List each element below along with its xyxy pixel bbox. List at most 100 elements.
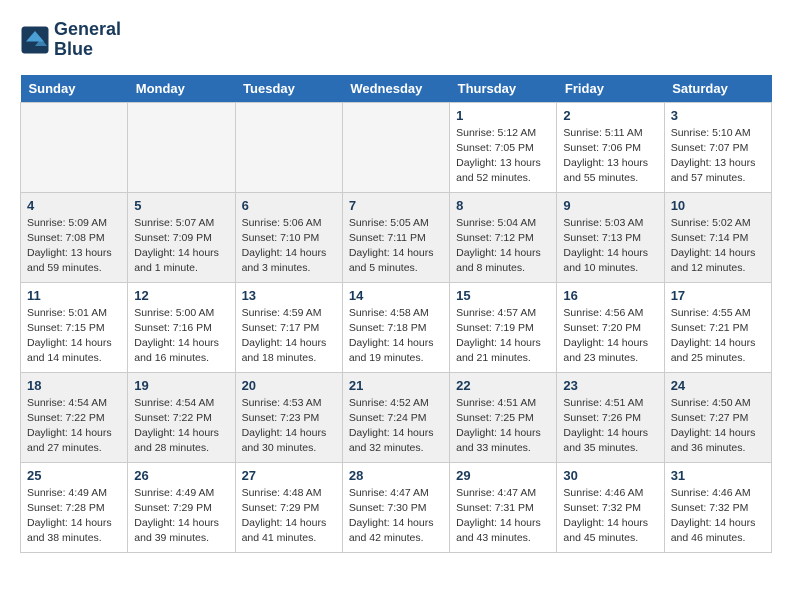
- day-number: 18: [27, 378, 121, 393]
- day-number: 25: [27, 468, 121, 483]
- day-info: Sunrise: 4:59 AM Sunset: 7:17 PM Dayligh…: [242, 306, 336, 367]
- day-number: 3: [671, 108, 765, 123]
- calendar-cell: 30Sunrise: 4:46 AM Sunset: 7:32 PM Dayli…: [557, 462, 664, 552]
- day-number: 23: [563, 378, 657, 393]
- day-number: 2: [563, 108, 657, 123]
- weekday-header: Tuesday: [235, 75, 342, 103]
- calendar-cell: 3 Sunrise: 5:10 AM Sunset: 7:07 PM Daylig…: [664, 102, 771, 192]
- calendar-cell: 25 Sunrise: 4:49 AM Sunset: 7:28 PM Dayli…: [21, 462, 128, 552]
- day-number: 21: [349, 378, 443, 393]
- day-number: 11: [27, 288, 121, 303]
- day-info: Sunrise: 4:47 AM Sunset: 7:31 PM Dayligh…: [456, 486, 550, 547]
- calendar-week-row: 25 Sunrise: 4:49 AM Sunset: 7:28 PM Dayli…: [21, 462, 772, 552]
- day-number: 12: [134, 288, 228, 303]
- day-info: Sunrise: 5:00 AM Sunset: 7:16 PM Dayligh…: [134, 306, 228, 367]
- day-number: 17: [671, 288, 765, 303]
- calendar-cell: 8 Sunrise: 5:04 AM Sunset: 7:12 PM Daylig…: [450, 192, 557, 282]
- day-info: Sunrise: 4:49 AM Sunset: 7:28 PM Dayligh…: [27, 486, 121, 547]
- day-number: 26: [134, 468, 228, 483]
- day-info: Sunrise: 5:04 AM Sunset: 7:12 PM Dayligh…: [456, 216, 550, 277]
- day-info: Sunrise: 5:09 AM Sunset: 7:08 PM Dayligh…: [27, 216, 121, 277]
- day-info: Sunrise: 5:01 AM Sunset: 7:15 PM Dayligh…: [27, 306, 121, 367]
- calendar-cell: 26Sunrise: 4:49 AM Sunset: 7:29 PM Dayli…: [128, 462, 235, 552]
- calendar-cell: 29 Sunrise: 4:47 AM Sunset: 7:31 PM Dayli…: [450, 462, 557, 552]
- weekday-header: Saturday: [664, 75, 771, 103]
- day-number: 19: [134, 378, 228, 393]
- calendar-cell: 22 Sunrise: 4:51 AM Sunset: 7:25 PM Dayli…: [450, 372, 557, 462]
- calendar-table: SundayMondayTuesdayWednesdayThursdayFrid…: [20, 75, 772, 553]
- day-info: Sunrise: 4:54 AM Sunset: 7:22 PM Dayligh…: [134, 396, 228, 457]
- day-info: Sunrise: 4:51 AM Sunset: 7:26 PM Dayligh…: [563, 396, 657, 457]
- calendar-week-row: 11 Sunrise: 5:01 AM Sunset: 7:15 PM Dayli…: [21, 282, 772, 372]
- day-info: Sunrise: 5:11 AM Sunset: 7:06 PM Dayligh…: [563, 126, 657, 187]
- calendar-cell: 11 Sunrise: 5:01 AM Sunset: 7:15 PM Dayli…: [21, 282, 128, 372]
- day-number: 8: [456, 198, 550, 213]
- calendar-cell: 1Sunrise: 5:12 AM Sunset: 7:05 PM Daylig…: [450, 102, 557, 192]
- calendar-cell: 31 Sunrise: 4:46 AM Sunset: 7:32 PM Dayli…: [664, 462, 771, 552]
- calendar-cell: [21, 102, 128, 192]
- calendar-cell: 6 Sunrise: 5:06 AM Sunset: 7:10 PM Daylig…: [235, 192, 342, 282]
- calendar-cell: 14Sunrise: 4:58 AM Sunset: 7:18 PM Dayli…: [342, 282, 449, 372]
- day-number: 4: [27, 198, 121, 213]
- weekday-header: Sunday: [21, 75, 128, 103]
- logo: General Blue: [20, 20, 121, 60]
- day-info: Sunrise: 4:57 AM Sunset: 7:19 PM Dayligh…: [456, 306, 550, 367]
- day-number: 20: [242, 378, 336, 393]
- calendar-cell: 17 Sunrise: 4:55 AM Sunset: 7:21 PM Dayli…: [664, 282, 771, 372]
- day-info: Sunrise: 4:51 AM Sunset: 7:25 PM Dayligh…: [456, 396, 550, 457]
- page-header: General Blue: [20, 20, 772, 60]
- day-info: Sunrise: 5:07 AM Sunset: 7:09 PM Dayligh…: [134, 216, 228, 277]
- logo-icon: [20, 25, 50, 55]
- day-number: 27: [242, 468, 336, 483]
- weekday-header: Monday: [128, 75, 235, 103]
- calendar-cell: 20 Sunrise: 4:53 AM Sunset: 7:23 PM Dayli…: [235, 372, 342, 462]
- calendar-week-row: 18 Sunrise: 4:54 AM Sunset: 7:22 PM Dayli…: [21, 372, 772, 462]
- day-info: Sunrise: 5:06 AM Sunset: 7:10 PM Dayligh…: [242, 216, 336, 277]
- day-info: Sunrise: 4:53 AM Sunset: 7:23 PM Dayligh…: [242, 396, 336, 457]
- day-info: Sunrise: 4:50 AM Sunset: 7:27 PM Dayligh…: [671, 396, 765, 457]
- calendar-cell: 15 Sunrise: 4:57 AM Sunset: 7:19 PM Dayli…: [450, 282, 557, 372]
- calendar-header-row: SundayMondayTuesdayWednesdayThursdayFrid…: [21, 75, 772, 103]
- day-number: 7: [349, 198, 443, 213]
- day-number: 29: [456, 468, 550, 483]
- day-number: 9: [563, 198, 657, 213]
- day-info: Sunrise: 5:02 AM Sunset: 7:14 PM Dayligh…: [671, 216, 765, 277]
- calendar-cell: 23 Sunrise: 4:51 AM Sunset: 7:26 PM Dayli…: [557, 372, 664, 462]
- calendar-cell: [235, 102, 342, 192]
- calendar-cell: [128, 102, 235, 192]
- calendar-cell: 24 Sunrise: 4:50 AM Sunset: 7:27 PM Dayli…: [664, 372, 771, 462]
- calendar-cell: 28Sunrise: 4:47 AM Sunset: 7:30 PM Dayli…: [342, 462, 449, 552]
- day-number: 31: [671, 468, 765, 483]
- day-info: Sunrise: 4:47 AM Sunset: 7:30 PM Dayligh…: [349, 486, 443, 547]
- day-info: Sunrise: 4:52 AM Sunset: 7:24 PM Dayligh…: [349, 396, 443, 457]
- calendar-cell: 18Sunrise: 4:54 AM Sunset: 7:22 PM Dayli…: [21, 372, 128, 462]
- logo-text: General Blue: [54, 20, 121, 60]
- day-number: 24: [671, 378, 765, 393]
- weekday-header: Friday: [557, 75, 664, 103]
- calendar-cell: 27Sunrise: 4:48 AM Sunset: 7:29 PM Dayli…: [235, 462, 342, 552]
- day-number: 5: [134, 198, 228, 213]
- day-info: Sunrise: 5:03 AM Sunset: 7:13 PM Dayligh…: [563, 216, 657, 277]
- day-info: Sunrise: 5:05 AM Sunset: 7:11 PM Dayligh…: [349, 216, 443, 277]
- day-number: 15: [456, 288, 550, 303]
- calendar-cell: 7 Sunrise: 5:05 AM Sunset: 7:11 PM Daylig…: [342, 192, 449, 282]
- calendar-cell: [342, 102, 449, 192]
- calendar-cell: 5 Sunrise: 5:07 AM Sunset: 7:09 PM Daylig…: [128, 192, 235, 282]
- day-number: 22: [456, 378, 550, 393]
- day-number: 1: [456, 108, 550, 123]
- calendar-body: 1Sunrise: 5:12 AM Sunset: 7:05 PM Daylig…: [21, 102, 772, 552]
- calendar-cell: 12 Sunrise: 5:00 AM Sunset: 7:16 PM Dayli…: [128, 282, 235, 372]
- day-number: 13: [242, 288, 336, 303]
- calendar-cell: 13 Sunrise: 4:59 AM Sunset: 7:17 PM Dayli…: [235, 282, 342, 372]
- day-number: 16: [563, 288, 657, 303]
- day-number: 6: [242, 198, 336, 213]
- day-info: Sunrise: 4:56 AM Sunset: 7:20 PM Dayligh…: [563, 306, 657, 367]
- weekday-header: Wednesday: [342, 75, 449, 103]
- day-number: 10: [671, 198, 765, 213]
- day-info: Sunrise: 5:10 AM Sunset: 7:07 PM Dayligh…: [671, 126, 765, 187]
- calendar-cell: 16 Sunrise: 4:56 AM Sunset: 7:20 PM Dayli…: [557, 282, 664, 372]
- day-info: Sunrise: 4:46 AM Sunset: 7:32 PM Dayligh…: [671, 486, 765, 547]
- calendar-cell: 9 Sunrise: 5:03 AM Sunset: 7:13 PM Daylig…: [557, 192, 664, 282]
- day-info: Sunrise: 4:55 AM Sunset: 7:21 PM Dayligh…: [671, 306, 765, 367]
- day-number: 30: [563, 468, 657, 483]
